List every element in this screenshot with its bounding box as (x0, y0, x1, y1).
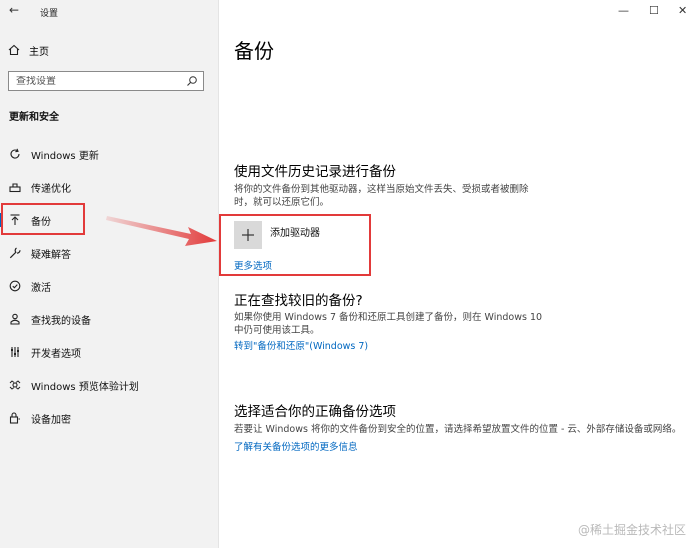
sidebar-item-windows-insider[interactable]: Windows 预览体验计划 (0, 372, 218, 398)
sidebar-item-find-my-device[interactable]: 查找我的设备 (0, 306, 218, 332)
sidebar-item-home[interactable]: 主页 (8, 40, 49, 60)
person-location-icon (8, 312, 22, 326)
minimize-icon[interactable]: — (618, 4, 629, 17)
file-history-description: 将你的文件备份到其他驱动器，这样当原始文件丢失、受损或者被删除 时，就可以还原它… (234, 183, 529, 209)
sidebar-item-activation[interactable]: 激活 (0, 273, 218, 299)
file-history-description-line: 时，就可以还原它们。 (234, 197, 330, 208)
annotation-box-backup (1, 203, 85, 235)
developer-sliders-icon (8, 345, 22, 359)
sidebar-item-label: 疑难解答 (31, 249, 71, 261)
search-input[interactable] (16, 75, 186, 87)
insider-icon (8, 378, 22, 392)
sidebar-item-developer-options[interactable]: 开发者选项 (0, 339, 218, 365)
home-icon (8, 44, 20, 56)
sidebar-item-label: Windows 更新 (31, 150, 99, 162)
lock-icon (8, 411, 22, 425)
back-arrow-icon[interactable]: ← (9, 3, 19, 17)
right-option-heading: 选择适合你的正确备份选项 (234, 404, 396, 420)
sidebar-item-label: 激活 (31, 282, 51, 294)
wrench-icon (8, 246, 22, 260)
annotation-arrow-icon (106, 216, 217, 246)
sidebar-item-label: 传递优化 (31, 183, 71, 195)
page-title: 备份 (234, 39, 274, 63)
annotation-box-add-drive (219, 214, 371, 276)
delivery-optimization-icon (8, 180, 22, 194)
sidebar: ← 设置 主页 更新和安全 Windows 更新 传递优化 备份 (0, 0, 219, 548)
sidebar-item-windows-update[interactable]: Windows 更新 (0, 141, 218, 167)
maximize-icon[interactable]: ☐ (649, 4, 659, 17)
older-backup-description-line: 中仍可使用该工具。 (234, 325, 320, 336)
home-label: 主页 (29, 46, 49, 58)
search-box[interactable] (8, 71, 204, 91)
right-option-description: 若要让 Windows 将你的文件备份到安全的位置，请选择希望放置文件的位置 -… (234, 424, 682, 435)
older-backup-heading: 正在查找较旧的备份? (234, 293, 363, 309)
close-icon[interactable]: ✕ (678, 4, 687, 17)
learn-more-backup-link[interactable]: 了解有关备份选项的更多信息 (234, 439, 358, 453)
older-backup-description-line: 如果你使用 Windows 7 备份和还原工具创建了备份，则在 Windows … (234, 312, 543, 323)
sidebar-item-delivery-optimization[interactable]: 传递优化 (0, 174, 218, 200)
sidebar-item-label: 设备加密 (31, 414, 71, 426)
backup-restore-windows7-link[interactable]: 转到"备份和还原"(Windows 7) (234, 338, 368, 352)
file-history-description-line: 将你的文件备份到其他驱动器，这样当原始文件丢失、受损或者被删除 (234, 184, 529, 195)
file-history-heading: 使用文件历史记录进行备份 (234, 164, 396, 180)
window-title: 设置 (40, 9, 59, 19)
search-icon[interactable] (186, 75, 198, 87)
sidebar-item-label: Windows 预览体验计划 (31, 381, 139, 393)
section-title: 更新和安全 (9, 112, 59, 123)
sidebar-item-label: 查找我的设备 (31, 315, 91, 327)
older-backup-description: 如果你使用 Windows 7 备份和还原工具创建了备份，则在 Windows … (234, 311, 542, 337)
watermark: @稀土掘金技术社区 (577, 523, 686, 537)
check-circle-icon (8, 279, 22, 293)
refresh-icon (8, 147, 22, 161)
sidebar-item-label: 开发者选项 (31, 348, 81, 360)
sidebar-item-device-encryption[interactable]: 设备加密 (0, 405, 218, 431)
